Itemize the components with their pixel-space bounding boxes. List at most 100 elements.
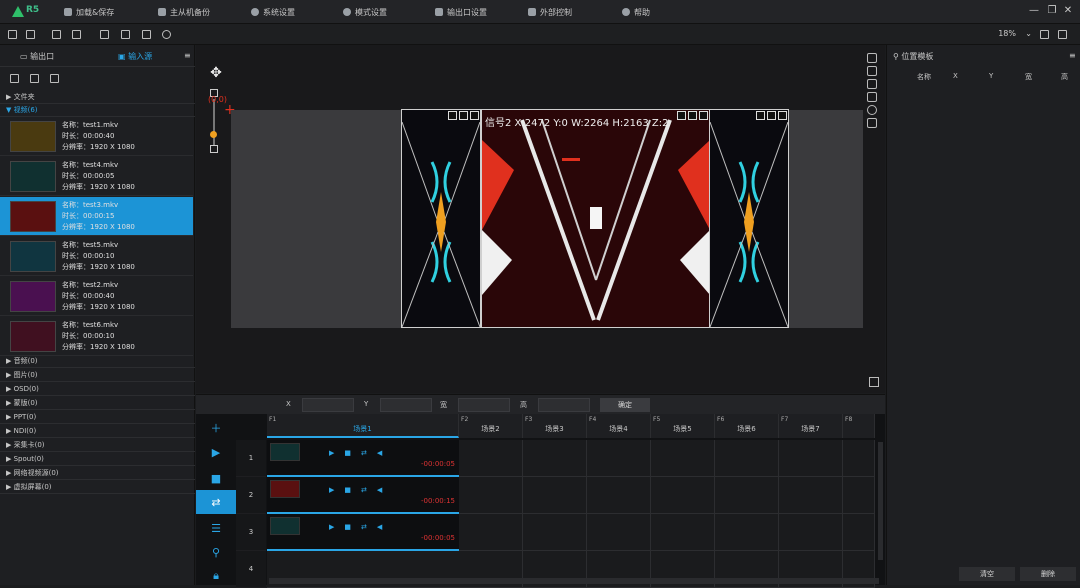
media-item[interactable]: 名称：test2.mkv 时长：00:00:40 分辨率：1920 X 1080 <box>0 277 193 316</box>
grid-icon[interactable] <box>1040 30 1049 39</box>
delete-icon[interactable] <box>30 74 39 83</box>
category-item[interactable]: ▶ OSD(0) <box>0 383 195 396</box>
close-icon[interactable]: ✕ <box>1062 5 1074 17</box>
x-input[interactable] <box>302 398 354 412</box>
align-middle-icon[interactable] <box>867 66 877 76</box>
align-bottom-icon[interactable] <box>867 79 877 89</box>
height-input[interactable] <box>538 398 590 412</box>
scene-cell[interactable] <box>715 440 779 477</box>
category-video[interactable]: ▼ 视频(6) <box>0 104 195 117</box>
scene-cell[interactable] <box>523 477 587 514</box>
align-down-icon[interactable] <box>867 92 877 102</box>
fullscreen-icon[interactable] <box>688 111 697 120</box>
minimize-icon[interactable]: — <box>1028 5 1040 17</box>
menu-system-settings[interactable]: 系统设置 <box>251 6 295 18</box>
location-icon[interactable] <box>162 30 171 39</box>
category-folder[interactable]: ▶ 文件夹 <box>0 91 195 104</box>
clear-icon[interactable] <box>867 105 877 115</box>
clip-controls[interactable]: ▶■⇄◀ <box>329 523 392 531</box>
y-input[interactable] <box>380 398 432 412</box>
width-input[interactable] <box>458 398 510 412</box>
scene-cell[interactable] <box>779 440 843 477</box>
scene-cell[interactable] <box>651 477 715 514</box>
lock-icon[interactable] <box>448 111 457 120</box>
menu-backup[interactable]: 主从机备份 <box>158 6 210 18</box>
scene-cell[interactable] <box>523 440 587 477</box>
category-item[interactable]: ▶ 蒙版(0) <box>0 397 195 410</box>
scene-cell[interactable] <box>587 440 651 477</box>
magnet-icon[interactable] <box>867 118 877 128</box>
folder-icon[interactable] <box>10 74 19 83</box>
category-item[interactable]: ▶ NDI(0) <box>0 425 195 438</box>
category-item[interactable]: ▶ PPT(0) <box>0 411 195 424</box>
lock-icon[interactable] <box>756 111 765 120</box>
fit-screen-icon[interactable] <box>869 377 879 387</box>
scene-cell[interactable] <box>715 477 779 514</box>
menu-load-save[interactable]: 加载&保存 <box>64 6 114 18</box>
fullscreen-icon[interactable] <box>767 111 776 120</box>
scene-cell[interactable] <box>459 477 523 514</box>
scene-header[interactable]: F1 场景1 <box>267 414 459 438</box>
menu-icon[interactable]: ≡ <box>184 51 191 60</box>
clean-icon[interactable]: ⚲ <box>196 540 236 564</box>
scene-cell[interactable] <box>523 514 587 551</box>
confirm-button[interactable]: 确定 <box>600 398 650 412</box>
scene-header[interactable]: F2 场景2 <box>459 414 523 438</box>
monitor-icon[interactable] <box>100 30 109 39</box>
category-item[interactable]: ▶ 图片(0) <box>0 369 195 382</box>
new-file-icon[interactable] <box>26 30 35 39</box>
image-icon[interactable] <box>142 30 151 39</box>
loop-icon[interactable]: ⇄ <box>196 490 236 514</box>
scene-header[interactable]: F4 场景4 <box>587 414 651 438</box>
media-item[interactable]: 名称：test3.mkv 时长：00:00:15 分辨率：1920 X 1080 <box>0 197 193 236</box>
lock-icon[interactable] <box>1058 30 1067 39</box>
refresh-icon[interactable] <box>8 30 17 39</box>
menu-icon[interactable]: ≡ <box>1069 51 1076 60</box>
media-item[interactable]: 名称：test1.mkv 时长：00:00:40 分辨率：1920 X 1080 <box>0 117 193 156</box>
close-icon[interactable] <box>699 111 708 120</box>
scene-cell[interactable] <box>587 477 651 514</box>
play-icon[interactable]: ▶ <box>196 440 236 464</box>
zoom-slider-handle[interactable] <box>210 131 217 138</box>
layer-window-main[interactable] <box>481 109 711 328</box>
clip-cell[interactable]: ▶■⇄◀ -00:00:05 <box>267 514 459 551</box>
scene-cell[interactable] <box>843 514 875 551</box>
scene-cell[interactable] <box>651 514 715 551</box>
category-item[interactable]: ▶ 音频(0) <box>0 355 195 368</box>
save-icon[interactable] <box>52 30 61 39</box>
category-item[interactable]: ▶ 采集卡(0) <box>0 439 195 452</box>
clip-controls[interactable]: ▶■⇄◀ <box>329 486 392 494</box>
scene-cell[interactable] <box>843 477 875 514</box>
scene-header[interactable]: F3 场景3 <box>523 414 587 438</box>
category-item[interactable]: ▶ Spout(0) <box>0 453 195 466</box>
list-icon[interactable]: ☰ <box>196 516 236 540</box>
scene-cell[interactable] <box>459 514 523 551</box>
scene-cell[interactable] <box>587 514 651 551</box>
media-item[interactable]: 名称：test4.mkv 时长：00:00:05 分辨率：1920 X 1080 <box>0 157 193 196</box>
clip-controls[interactable]: ▶■⇄◀ <box>329 449 392 457</box>
vertical-scrollbar[interactable] <box>878 442 883 560</box>
lock-icon[interactable]: 🔒︎ <box>196 564 236 588</box>
menu-output-settings[interactable]: 输出口设置 <box>435 6 487 18</box>
clip-cell[interactable]: ▶■⇄◀ -00:00:15 <box>267 477 459 514</box>
horizontal-scrollbar[interactable] <box>269 578 879 584</box>
grid-icon[interactable] <box>50 74 59 83</box>
scene-header[interactable]: F5 场景5 <box>651 414 715 438</box>
save-as-icon[interactable] <box>72 30 81 39</box>
scene-header[interactable]: F8 <box>843 414 875 438</box>
lock-icon[interactable] <box>677 111 686 120</box>
zoom-level[interactable]: 18% <box>998 29 1016 38</box>
scene-header[interactable]: F7 场景7 <box>779 414 843 438</box>
scene-cell[interactable] <box>843 440 875 477</box>
clear-button[interactable]: 清空 <box>959 567 1015 581</box>
category-item[interactable]: ▶ 虚拟屏幕(0) <box>0 481 195 494</box>
align-top-icon[interactable] <box>867 53 877 63</box>
tab-output[interactable]: ▭ 输出口 <box>20 51 54 62</box>
tab-input-source[interactable]: ▣ 输入源 <box>118 51 152 62</box>
category-item[interactable]: ▶ 网络视频源(0) <box>0 467 195 480</box>
scene-cell[interactable] <box>651 440 715 477</box>
scene-cell[interactable] <box>715 514 779 551</box>
scene-cell[interactable] <box>779 514 843 551</box>
close-icon[interactable] <box>470 111 479 120</box>
delete-button[interactable]: 删除 <box>1020 567 1076 581</box>
